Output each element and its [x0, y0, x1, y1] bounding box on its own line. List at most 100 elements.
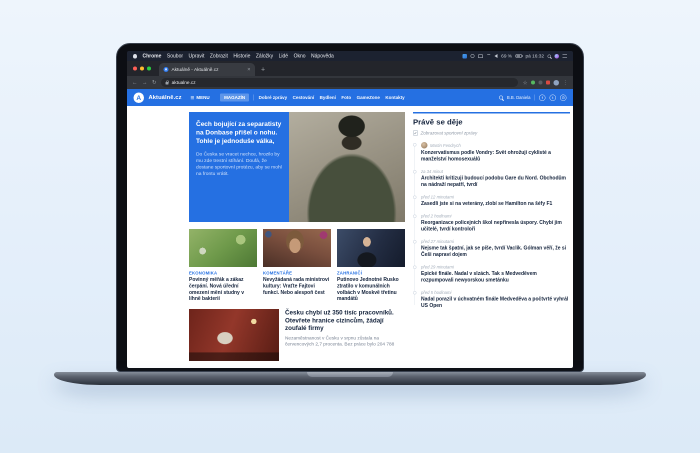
display-icon[interactable] — [478, 54, 483, 58]
hero-article[interactable]: Čech bojující za separatisty na Donbase … — [189, 112, 405, 222]
menubar-item-napoveda[interactable]: Nápověda — [311, 53, 334, 59]
menu-toggle[interactable]: ≡ MENU — [191, 94, 210, 101]
feed-item-time: před 27 minutami — [421, 239, 454, 244]
menubar-item-upravit[interactable]: Upravit — [189, 53, 205, 59]
extension-icon-dark[interactable] — [539, 81, 543, 85]
feed-item-title[interactable]: Nejsme tak špatní, jak se píše, tvrdí Va… — [421, 245, 570, 258]
story-title[interactable]: Nevyžádaná rada ministrovi kultury: Vrať… — [263, 277, 331, 296]
bottom-article-title[interactable]: Česku chybí už 350 tisíc pracovníků. Ote… — [285, 309, 405, 332]
user-name[interactable]: B.B. Daniela — [507, 95, 531, 100]
story-image-portrait[interactable] — [263, 229, 331, 267]
status-ring-icon[interactable] — [471, 54, 475, 58]
story-title[interactable]: Povinný měřák a zákaz čerpání. Nová úřed… — [189, 277, 257, 303]
menubar-clock[interactable]: pá 16:32 — [526, 53, 544, 59]
story-image-garden[interactable] — [189, 229, 257, 267]
tab-title: Aktuálně - Aktuálně.cz — [172, 67, 219, 73]
list-item[interactable]: Martin Fendrych Konzervatismus podle Von… — [413, 142, 570, 163]
feed-item-time: před 5 hodinami — [421, 290, 451, 295]
wifi-icon[interactable] — [487, 54, 492, 59]
bookmark-star-icon[interactable]: ☆ — [523, 79, 528, 86]
author-avatar — [421, 142, 428, 149]
feed-item-meta: před 5 hodinami — [421, 290, 570, 295]
nav-item-cestovani[interactable]: Cestování — [293, 95, 315, 100]
zoom-window-button[interactable] — [147, 67, 151, 71]
menubar-item-okno[interactable]: Okno — [294, 53, 306, 59]
forward-button[interactable]: → — [142, 80, 148, 86]
story-card-zahranici[interactable]: ZAHRANIČÍ Putinovo Jednotné Rusko ztrati… — [337, 229, 405, 303]
hero-image[interactable] — [289, 112, 405, 222]
nav-item-magazin-active[interactable]: MAGAZÍN — [220, 94, 249, 102]
feed-item-title[interactable]: Nadal porazil v úchvatném finále Medvedě… — [421, 296, 570, 309]
list-item[interactable]: před 29 minutami Epické finále. Nadal v … — [413, 265, 570, 284]
story-category[interactable]: KOMENTÁŘE — [263, 271, 331, 276]
battery-icon — [516, 55, 523, 58]
site-brand[interactable]: Aktuálně.cz — [149, 95, 182, 101]
feed-item-title[interactable]: Reorganizace policejních škol nepřinesla… — [421, 220, 570, 233]
browser-toolbar: ← → ↻ aktualne.cz ☆ ⋮ — [127, 76, 573, 89]
laptop-screen-bezel: Chrome Soubor Upravit Zobrazit Historie … — [116, 43, 584, 372]
story-category[interactable]: EKONOMIKA — [189, 271, 257, 276]
address-bar[interactable]: aktualne.cz — [161, 78, 518, 87]
nav-item-bydleni[interactable]: Bydlení — [320, 95, 336, 100]
extension-icon-green[interactable] — [531, 81, 535, 85]
story-card-ekonomika[interactable]: EKONOMIKA Povinný měřák a zákaz čerpání.… — [189, 229, 257, 303]
menubar-item-zobrazit[interactable]: Zobrazit — [210, 53, 228, 59]
twitter-icon[interactable]: t — [550, 94, 557, 101]
siri-icon[interactable] — [555, 54, 560, 59]
notification-center-icon[interactable] — [563, 54, 568, 58]
story-category[interactable]: ZAHRANIČÍ — [337, 271, 405, 276]
story-title[interactable]: Putinovo Jednotné Rusko ztratilo v komun… — [337, 277, 405, 303]
bottom-article[interactable]: Česku chybí už 350 tisíc pracovníků. Ote… — [189, 309, 405, 361]
feed-item-author[interactable]: Martin Fendrych — [430, 143, 461, 148]
minimize-window-button[interactable] — [140, 67, 144, 71]
nav-item-dobre-zpravy[interactable]: Dobré zprávy — [259, 95, 288, 100]
spotlight-icon[interactable] — [548, 54, 552, 58]
feed-item-title[interactable]: Konzervatismus podle Vondry: Svět ohrožu… — [421, 150, 570, 163]
story-image-putin[interactable] — [337, 229, 405, 267]
apple-logo-icon[interactable] — [133, 54, 137, 59]
feed-item-title[interactable]: Zasedli jste si na veterány, zlobí se Ha… — [421, 201, 570, 208]
hero-text-panel: Čech bojující za separatisty na Donbase … — [189, 112, 289, 222]
ssl-lock-icon[interactable] — [166, 82, 169, 85]
close-window-button[interactable] — [133, 67, 137, 71]
instagram-icon[interactable]: ⊙ — [560, 94, 567, 101]
sports-filter[interactable]: ✓ Zobrazovat sportovní zprávy — [413, 131, 570, 136]
facebook-icon[interactable]: f — [539, 94, 546, 101]
menubar-item-soubor[interactable]: Soubor — [167, 53, 183, 59]
menubar-item-historie[interactable]: Historie — [233, 53, 250, 59]
menu-label: MENU — [196, 95, 209, 100]
extension-icon-red[interactable] — [546, 81, 550, 85]
profile-avatar[interactable] — [554, 80, 560, 86]
new-tab-button[interactable]: + — [261, 65, 265, 73]
list-item[interactable]: před 5 hodinami Nadal porazil v úchvatné… — [413, 290, 570, 309]
tab-close-icon[interactable]: × — [247, 67, 250, 73]
menubar-item-zalozky[interactable]: Záložky — [256, 53, 273, 59]
browser-tab[interactable]: A Aktuálně - Aktuálně.cz × — [159, 63, 255, 76]
app-status-icon[interactable] — [463, 54, 468, 59]
site-logo[interactable]: A — [134, 92, 145, 103]
browser-menu-icon[interactable]: ⋮ — [563, 79, 569, 86]
nav-item-kontakty[interactable]: Kontakty — [385, 95, 404, 100]
volume-icon[interactable] — [495, 54, 498, 58]
feed-item-title[interactable]: Architekti kritizují budoucí podobu Gare… — [421, 175, 570, 188]
hero-title[interactable]: Čech bojující za separatisty na Donbase … — [196, 120, 282, 146]
reload-button[interactable]: ↻ — [152, 80, 157, 86]
back-button[interactable]: ← — [132, 80, 138, 86]
search-icon[interactable] — [499, 96, 503, 100]
list-item[interactable]: před 27 minutami Nejsme tak špatní, jak … — [413, 239, 570, 258]
browser-tab-bar: A Aktuálně - Aktuálně.cz × + — [127, 61, 573, 76]
bottom-article-image[interactable] — [189, 309, 279, 361]
feed-item-meta: Martin Fendrych — [421, 142, 570, 149]
list-item[interactable]: před 2 hodinami Reorganizace policejních… — [413, 214, 570, 233]
menubar-item-chrome[interactable]: Chrome — [143, 53, 162, 59]
list-item[interactable]: před 12 minutami Zasedli jste si na vete… — [413, 195, 570, 208]
story-card-komentare[interactable]: KOMENTÁŘE Nevyžádaná rada ministrovi kul… — [263, 229, 331, 303]
feed-item-time: za 34 minut — [421, 169, 443, 174]
feed-item-title[interactable]: Epické finále. Nadal v slzách. Tak s Med… — [421, 271, 570, 284]
nav-item-gamezone[interactable]: GameZone — [357, 95, 380, 100]
menubar-item-lide[interactable]: Lidé — [279, 53, 288, 59]
list-item[interactable]: za 34 minut Architekti kritizují budoucí… — [413, 169, 570, 188]
sports-filter-label: Zobrazovat sportovní zprávy — [421, 131, 478, 136]
nav-item-foto[interactable]: Foto — [341, 95, 351, 100]
sports-filter-checkbox[interactable]: ✓ — [413, 131, 418, 136]
